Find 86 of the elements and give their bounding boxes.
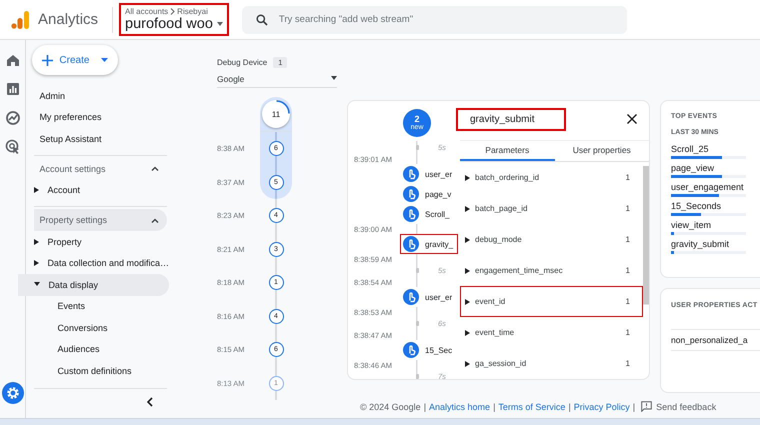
touch-icon xyxy=(403,236,419,252)
touch-icon xyxy=(403,342,419,358)
top-event-name[interactable]: Scroll_25 xyxy=(671,144,760,154)
detail-tab[interactable]: Parameters xyxy=(460,141,554,161)
top-event-name[interactable]: 15_Seconds xyxy=(671,201,760,211)
search-field[interactable]: Try searching "add web stream" xyxy=(242,6,627,34)
caret-down-icon xyxy=(331,76,337,81)
total-events-counter: 11 xyxy=(262,100,290,128)
user-property: non_personalized_a xyxy=(671,329,760,351)
caret-right-icon xyxy=(465,206,470,212)
caret-down-icon xyxy=(216,22,223,26)
parameter-row[interactable]: debug_mode 1 xyxy=(460,224,643,255)
trend-circle-icon[interactable] xyxy=(4,109,22,127)
sidebar-item[interactable]: My preferences xyxy=(26,106,177,128)
stream-event[interactable]: Scroll_ xyxy=(400,204,454,224)
debug-device-label: Debug Device xyxy=(217,58,268,66)
caret-right-icon xyxy=(34,260,40,266)
detail-tab[interactable]: User properties xyxy=(554,141,649,161)
close-icon[interactable] xyxy=(627,114,637,124)
search-icon xyxy=(256,14,268,26)
event-detail-title: gravity_submit xyxy=(456,108,566,130)
caret-down-icon xyxy=(34,282,40,288)
stream-event[interactable]: page_v xyxy=(400,184,456,204)
chevron-up-icon xyxy=(151,218,159,222)
logo-icon xyxy=(10,10,30,30)
caret-right-icon xyxy=(465,330,470,336)
footer-link[interactable]: Terms of Service xyxy=(498,402,566,412)
product-name: Analytics xyxy=(38,11,98,28)
sidebar-item[interactable]: Data collection and modifica… xyxy=(26,252,169,274)
separator: | xyxy=(632,402,636,412)
caret-right-icon xyxy=(465,298,470,304)
chevron-left-icon[interactable] xyxy=(147,396,153,406)
caret-right-icon xyxy=(465,174,470,180)
device-dropdown[interactable]: Google xyxy=(217,70,337,88)
touch-icon xyxy=(403,186,419,202)
create-button[interactable]: Create xyxy=(32,45,118,75)
separator: | xyxy=(424,402,426,412)
footer-link[interactable]: Privacy Policy xyxy=(574,402,630,412)
sidebar-subitem[interactable]: Conversions xyxy=(26,317,177,338)
plus-icon xyxy=(42,54,54,66)
stream-event[interactable]: 15_Sec xyxy=(400,340,458,360)
sidebar-item[interactable]: Admin xyxy=(26,85,177,106)
parameter-row[interactable]: event_time 1 xyxy=(460,317,643,348)
sidebar-item[interactable]: Property xyxy=(26,231,169,252)
separator: | xyxy=(568,402,571,412)
parameter-row[interactable]: event_id 1 xyxy=(460,286,643,317)
parameter-row[interactable]: batch_page_id 1 xyxy=(460,193,643,224)
chevron-right-icon xyxy=(170,8,176,15)
top-event-name[interactable]: page_view xyxy=(671,163,760,173)
caret-right-icon xyxy=(465,360,470,366)
account-selector[interactable]: All accounts Risebyai purofood woo xyxy=(119,3,229,36)
sidebar-subitem[interactable]: Events xyxy=(26,296,177,317)
sidebar-item[interactable]: Setup Assistant xyxy=(26,128,177,150)
settings-icon[interactable] xyxy=(2,382,24,404)
send-feedback-link[interactable]: Send feedback xyxy=(656,402,716,412)
top-event-name[interactable]: gravity_submit xyxy=(671,239,760,249)
breadcrumb-item[interactable]: All accounts xyxy=(125,7,168,16)
touch-icon xyxy=(403,206,419,222)
sidebar-subitem[interactable]: Custom definitions xyxy=(26,360,177,382)
section-header[interactable]: Account settings xyxy=(34,158,167,180)
top-event-name[interactable]: user_engagement xyxy=(671,182,760,192)
parameter-row[interactable]: ga_session_id 1 xyxy=(460,348,643,379)
stream-event[interactable]: gravity_ xyxy=(400,234,458,254)
footer-link[interactable]: Analytics home xyxy=(429,402,490,412)
separator: | xyxy=(493,402,496,412)
stream-event[interactable]: user_er xyxy=(400,287,458,307)
caret-right-icon xyxy=(34,238,40,245)
account-name: purofood woo xyxy=(125,16,213,32)
touch-icon xyxy=(403,166,419,182)
caret-right-icon xyxy=(34,187,40,194)
sidebar-item[interactable]: Data display xyxy=(18,274,169,296)
feedback-icon[interactable] xyxy=(641,401,652,412)
caret-right-icon xyxy=(465,268,470,274)
top-event-name[interactable]: view_item xyxy=(671,220,760,230)
chevron-up-icon xyxy=(151,166,159,171)
breadcrumb-item[interactable]: Risebyai xyxy=(177,7,208,16)
parameter-row[interactable]: batch_ordering_id 1 xyxy=(460,162,643,193)
caret-right-icon xyxy=(465,236,470,242)
caret-down-icon xyxy=(101,58,108,62)
touch-icon xyxy=(403,289,419,305)
copyright-text: © 2024 Google xyxy=(360,402,421,412)
stream-event[interactable]: user_er xyxy=(400,164,458,184)
section-header[interactable]: Property settings xyxy=(34,209,167,231)
parameter-row[interactable]: engagement_time_msec 1 xyxy=(460,255,643,286)
sidebar-item[interactable]: Account xyxy=(26,180,169,201)
sidebar-subitem[interactable]: Audiences xyxy=(26,338,177,360)
